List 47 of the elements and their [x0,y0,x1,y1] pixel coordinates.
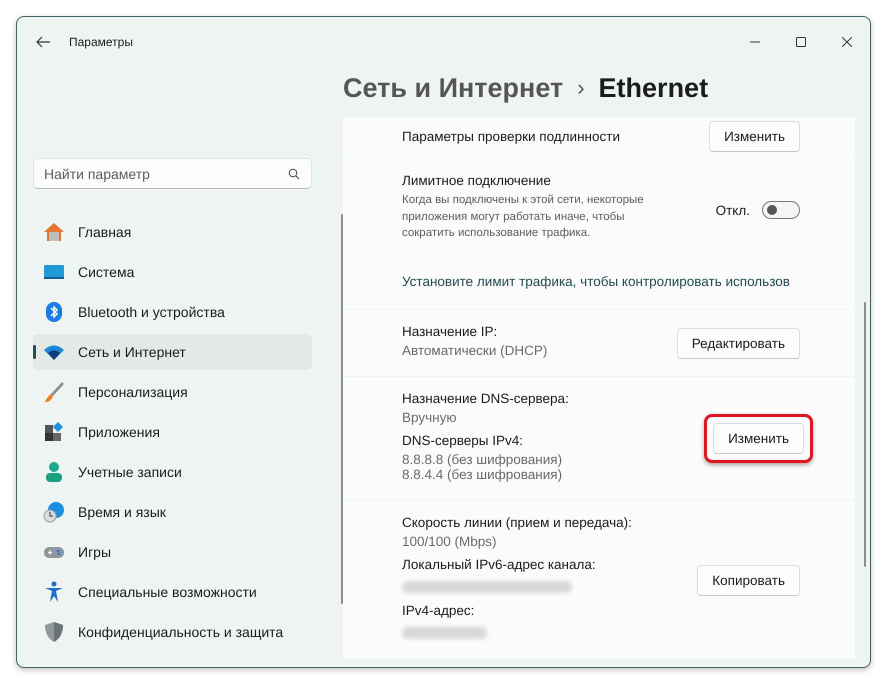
back-arrow-icon[interactable] [35,34,51,50]
field-value: 100/100 (Mbps) [402,534,498,550]
field-value: 8.8.4.4 (без шифрования) [402,467,564,482]
page-title: Ethernet [598,72,708,104]
sidebar-item[interactable]: Персонализация [33,374,312,410]
sidebar-item[interactable]: Система [33,254,312,290]
sidebar-item[interactable]: Bluetooth и устройства [33,294,312,330]
change-button[interactable]: Редактировать [676,328,800,359]
apps-icon [43,421,65,443]
sidebar-item[interactable]: Приложения [33,414,312,450]
change-button[interactable]: Копировать [697,564,800,596]
field-value: 8.8.8.8 (без шифрования) [402,452,564,468]
field-label: Локальный IPv6-адрес канала: [402,557,597,572]
field-label: Параметры проверки подлинности [402,129,621,144]
field-label: Назначение IP: [402,324,498,340]
field-label: Скорость линии (прием и передача): [402,515,633,530]
sidebar-item[interactable]: Главная [33,214,312,250]
sidebar-item[interactable]: Сеть и Интернет [33,334,312,370]
toggle-switch[interactable] [762,201,800,219]
setting-title: Лимитное подключение [402,173,552,188]
field-value: Автоматически (DHCP) [402,343,548,358]
field-value: Вручную [402,410,458,426]
shield-icon [43,621,65,643]
sidebar-item[interactable]: Конфиденциальность и защита [33,614,312,650]
change-button[interactable]: Изменить [713,423,804,454]
window-title: Параметры [69,35,133,49]
brush-icon [43,381,65,403]
person-icon [43,461,65,483]
breadcrumb-parent[interactable]: Сеть и Интернет [343,72,564,104]
search-field[interactable]: Найти параметр [33,158,312,189]
bluetooth-icon [43,301,65,323]
toggle-state-label: Откл. [716,202,750,218]
field-label: Назначение DNS-сервера: [402,391,570,406]
globe-clock-icon [43,501,65,523]
setting-description: Когда вы подключены к этой сети, некоторые приложения могут работать иначе, чтобы сократить использование трафика. [402,193,645,242]
home-icon [43,221,65,243]
sidebar-item[interactable]: Время и язык [33,494,312,530]
accessibility-icon [43,581,65,603]
field-label: DNS-серверы IPv4: [402,433,524,448]
breadcrumb-separator: › [577,75,585,101]
search-icon [288,168,300,180]
sidebar-item[interactable]: Специальные возможности [33,574,312,610]
sidebar-item[interactable]: Игры [33,534,312,570]
data-limit-link[interactable]: Установите лимит трафика, чтобы контролировать использов [402,274,800,290]
change-button[interactable]: Изменить [709,121,800,152]
field-label: IPv4-адрес: [402,603,476,618]
sidebar-item[interactable]: Учетные записи [33,454,312,490]
